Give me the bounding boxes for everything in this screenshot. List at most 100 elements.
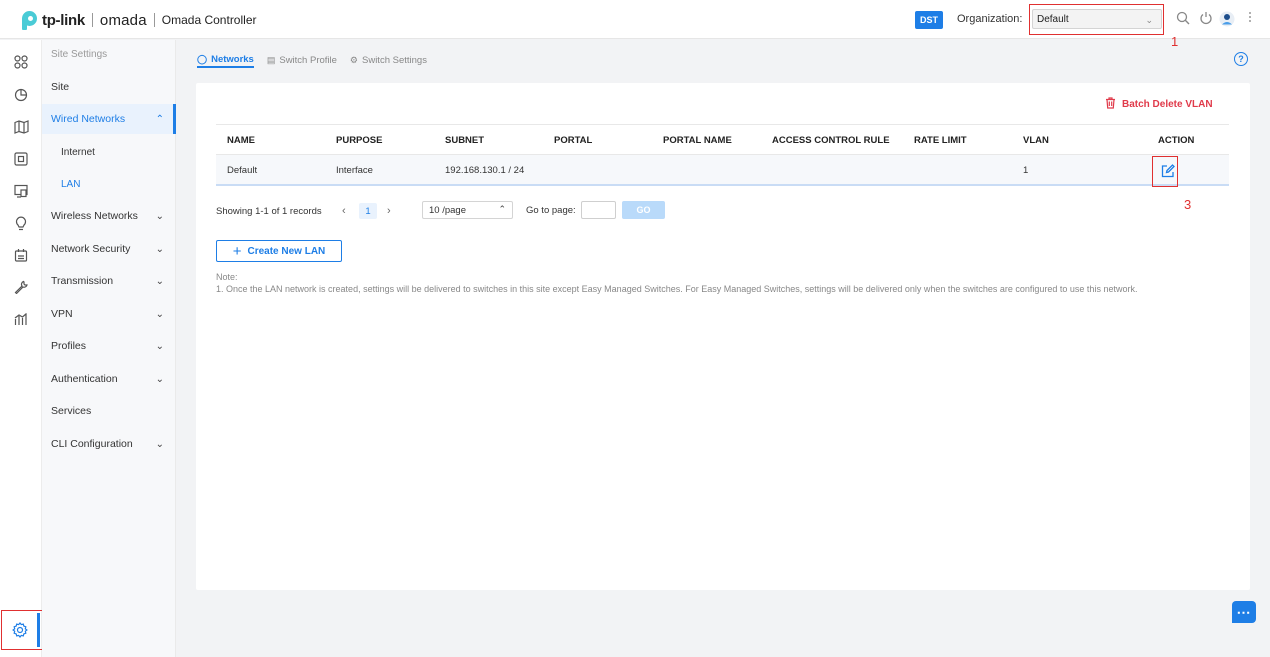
active-indicator	[173, 104, 176, 134]
column-header-name[interactable]: NAME	[227, 125, 255, 156]
prev-page-icon[interactable]: ‹	[342, 203, 346, 219]
cell-name: Default	[227, 165, 258, 176]
chevron-down-icon: ⌄	[155, 438, 164, 450]
go-button[interactable]: GO	[622, 201, 665, 219]
pagination-summary: Showing 1-1 of 1 records	[216, 205, 322, 217]
nav-item-network-security[interactable]: Network Security ⌄	[42, 234, 176, 264]
column-header-action: ACTION	[1158, 135, 1195, 146]
search-icon[interactable]	[1175, 11, 1191, 27]
chevron-down-icon: ⌄	[155, 275, 164, 287]
tp-link-logo-icon	[18, 10, 38, 30]
tab-label: Switch Settings	[362, 54, 427, 66]
reports-icon[interactable]	[11, 309, 31, 329]
chevron-down-icon: ⌄	[155, 373, 164, 385]
nav-item-profiles[interactable]: Profiles ⌄	[42, 331, 176, 361]
batch-delete-label: Batch Delete VLAN	[1122, 99, 1213, 110]
nav-item-services[interactable]: Services	[42, 396, 176, 426]
note-label: Note:	[216, 272, 238, 282]
nav-section-title: Site Settings	[51, 49, 108, 60]
nav-item-label: VPN	[51, 308, 73, 320]
nav-item-lan[interactable]: LAN	[42, 169, 176, 199]
more-vertical-icon[interactable]	[1246, 11, 1254, 27]
goto-page-label: Go to page:	[526, 205, 576, 216]
map-icon[interactable]	[11, 117, 31, 137]
nav-item-label: Profiles	[51, 340, 87, 352]
annotation-box-organization	[1029, 4, 1164, 35]
annotation-number-1: 1	[1171, 34, 1179, 49]
statistics-icon[interactable]	[11, 85, 31, 105]
insights-icon[interactable]	[11, 213, 31, 233]
column-header-portal[interactable]: PORTAL	[554, 125, 592, 156]
brand-omada: omada	[99, 11, 147, 29]
annotation-box-edit	[1152, 156, 1178, 187]
chevron-down-icon: ⌄	[155, 243, 164, 255]
annotation-number-3: 3	[1184, 197, 1192, 212]
annotation-box-settings	[1, 610, 44, 650]
column-header-access-control-rule[interactable]: ACCESS CONTROL RULE	[772, 125, 890, 156]
goto-page-input[interactable]	[581, 201, 616, 219]
batch-delete-vlan-button[interactable]: Batch Delete VLAN	[1105, 97, 1213, 112]
dashboard-icon[interactable]	[11, 52, 31, 72]
tab-networks[interactable]: ◯ Networks	[197, 52, 254, 68]
page-size-select[interactable]: 10 /page ⌃	[422, 201, 513, 219]
lan-table: NAME PURPOSE SUBNET PORTAL PORTAL NAME A…	[216, 124, 1229, 186]
power-icon[interactable]	[1198, 11, 1214, 27]
nav-item-label: Authentication	[51, 373, 118, 385]
divider	[91, 13, 93, 27]
clients-icon[interactable]	[11, 181, 31, 201]
nav-item-site[interactable]: Site	[42, 72, 176, 102]
nav-item-cli-configuration[interactable]: CLI Configuration ⌄	[42, 429, 176, 459]
brand-tplink: tp-link	[42, 11, 85, 29]
nav-item-label: Transmission	[51, 275, 114, 287]
cell-subnet: 192.168.130.1 / 24	[445, 165, 525, 176]
nav-item-label: Network Security	[51, 243, 131, 255]
tab-switch-settings[interactable]: ⚙ Switch Settings	[350, 52, 427, 68]
chevron-down-icon: ⌄	[155, 210, 164, 222]
nav-item-transmission[interactable]: Transmission ⌄	[42, 266, 176, 296]
nav-item-internet[interactable]: Internet	[42, 137, 176, 167]
nav-item-label: Internet	[61, 146, 95, 158]
column-header-purpose[interactable]: PURPOSE	[336, 125, 382, 156]
organization-label: Organization:	[957, 13, 1023, 25]
table-row[interactable]: Default Interface 192.168.130.1 / 24 1	[216, 155, 1229, 186]
icon-rail	[0, 40, 42, 657]
site-settings-nav: Site Settings Site Wired Networks ⌃ Inte…	[42, 40, 176, 657]
column-header-vlan[interactable]: VLAN	[1023, 125, 1049, 156]
devices-icon[interactable]	[11, 149, 31, 169]
tp-link-logo[interactable]: tp-link omada Omada Controller	[18, 9, 257, 31]
chat-support-button[interactable]: ⋯	[1232, 601, 1256, 623]
globe-icon: ◯	[197, 53, 208, 64]
page-size-value: 10 /page	[429, 205, 466, 216]
nav-item-authentication[interactable]: Authentication ⌄	[42, 364, 176, 394]
nav-item-vpn[interactable]: VPN ⌄	[42, 299, 176, 329]
logs-icon[interactable]	[11, 245, 31, 265]
tab-label: Networks	[211, 53, 254, 65]
chevron-up-icon: ⌃	[498, 204, 506, 214]
nav-item-label: Wired Networks	[51, 113, 126, 125]
nav-item-label: CLI Configuration	[51, 438, 133, 450]
column-header-subnet[interactable]: SUBNET	[445, 125, 484, 156]
create-new-lan-button[interactable]: + Create New LAN	[216, 240, 342, 262]
next-page-icon[interactable]: ›	[387, 203, 391, 219]
trash-icon	[1105, 97, 1116, 112]
chevron-down-icon: ⌄	[155, 308, 164, 320]
cell-vlan: 1	[1023, 165, 1029, 176]
nav-item-label: Wireless Networks	[51, 210, 138, 222]
page-number-current[interactable]: 1	[359, 203, 377, 219]
user-avatar-icon[interactable]	[1219, 11, 1235, 27]
help-icon[interactable]: ?	[1234, 52, 1248, 66]
note-text: 1. Once the LAN network is created, sett…	[216, 284, 1138, 294]
table-header-row: NAME PURPOSE SUBNET PORTAL PORTAL NAME A…	[216, 124, 1229, 155]
nav-item-wired-networks[interactable]: Wired Networks ⌃	[42, 104, 176, 134]
nav-item-wireless-networks[interactable]: Wireless Networks ⌄	[42, 201, 176, 231]
nav-item-label: Services	[51, 405, 92, 417]
cell-purpose: Interface	[336, 165, 373, 176]
tab-switch-profile[interactable]: ▤ Switch Profile	[267, 52, 337, 68]
nav-item-label: Site	[51, 81, 70, 93]
gear-icon: ⚙	[349, 54, 358, 65]
column-header-portal-name[interactable]: PORTAL NAME	[663, 125, 732, 156]
column-header-rate-limit[interactable]: RATE LIMIT	[914, 125, 967, 156]
chevron-up-icon: ⌃	[155, 113, 164, 125]
document-icon: ▤	[266, 54, 276, 65]
tools-icon[interactable]	[11, 277, 31, 297]
